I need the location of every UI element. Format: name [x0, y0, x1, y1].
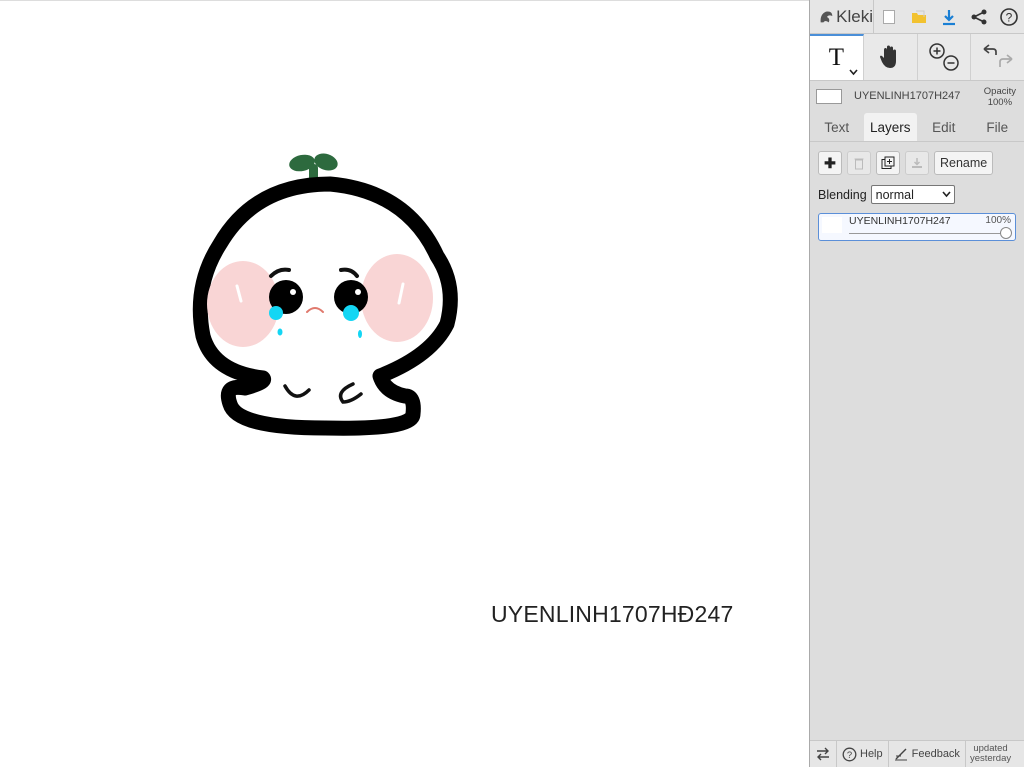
rename-layer-button[interactable]: Rename	[934, 151, 994, 175]
open-file-button[interactable]	[904, 0, 934, 33]
kleki-logo-icon	[820, 10, 833, 22]
add-layer-button[interactable]: ✚	[818, 151, 842, 175]
merge-layer-button[interactable]	[905, 151, 929, 175]
tab-layers[interactable]: Layers	[863, 113, 917, 141]
feedback-label: Feedback	[911, 748, 960, 760]
layer-opacity: 100%	[985, 215, 1011, 226]
top-toolbar: Kleki ?	[810, 0, 1024, 34]
layer-thumbnail	[822, 217, 842, 233]
svg-text:?: ?	[1006, 10, 1013, 24]
download-icon	[943, 9, 955, 25]
kleki-logo[interactable]: Kleki	[810, 0, 874, 33]
layer-opacity-slider[interactable]	[849, 233, 1007, 234]
duplicate-icon	[881, 156, 895, 169]
opacity-readout[interactable]: Opacity 100%	[984, 86, 1016, 108]
open-file-icon	[912, 10, 926, 23]
tab-file[interactable]: File	[971, 113, 1024, 141]
layer-item[interactable]: UYENLINH1707H247 100%	[818, 213, 1016, 241]
logo-text: Kleki	[836, 6, 873, 26]
canvas-text: UYENLINH1707HĐ247	[491, 601, 734, 627]
opacity-label: Opacity	[983, 86, 1016, 97]
svg-text:?: ?	[847, 750, 852, 761]
chevron-down-icon[interactable]	[849, 69, 858, 76]
download-button[interactable]	[934, 0, 964, 33]
drawing-canvas[interactable]: UYENLINH1707HĐ247	[0, 0, 809, 767]
new-image-icon	[883, 9, 895, 24]
new-image-button[interactable]	[874, 0, 904, 33]
panel-tabs: Text Layers Edit File	[810, 113, 1024, 142]
blending-label: Blending	[818, 187, 867, 202]
undo-redo-icon	[983, 44, 1013, 67]
trash-icon	[854, 158, 864, 169]
layer-name: UYENLINH1707H247	[849, 215, 951, 227]
duplicate-layer-button[interactable]	[876, 151, 900, 175]
brush-info-row: UYENLINH1707H247 Opacity 100%	[810, 81, 1024, 111]
help-icon: ?	[1000, 7, 1018, 26]
share-icon	[971, 9, 987, 24]
opacity-value: 100%	[987, 97, 1013, 108]
undo-redo-button[interactable]	[971, 34, 1024, 80]
hand-tool-icon	[880, 45, 897, 68]
delete-layer-button[interactable]	[847, 151, 871, 175]
blending-value: normal	[875, 187, 914, 202]
zoom-icon	[929, 43, 959, 71]
updated-info[interactable]: updated yesterday	[966, 744, 1015, 764]
text-tool-icon: T	[828, 44, 845, 71]
feedback-icon	[894, 748, 907, 761]
blending-select[interactable]: normal	[870, 185, 955, 204]
bottom-bar: ? Help Feedback updated yesterday	[810, 740, 1024, 767]
share-button[interactable]	[964, 0, 994, 33]
help-icon: ?	[842, 747, 857, 761]
swap-icon	[817, 747, 829, 761]
layer-buttons: ✚ Rename	[818, 150, 1016, 176]
sidebar: Kleki ? T UYENLINH1707H247 Opacity 100% …	[809, 0, 1024, 767]
help-label: Help	[860, 748, 883, 760]
updated-line2: yesterday	[969, 753, 1012, 764]
brush-name: UYENLINH1707H247	[854, 90, 961, 102]
layers-panel: ✚ Rename Blending normal UYENLINH1707H24…	[810, 142, 1024, 241]
character-drawing	[192, 153, 458, 436]
merge-down-icon	[912, 158, 922, 168]
swap-side-button[interactable]	[810, 741, 837, 767]
help-button[interactable]: ?	[994, 0, 1024, 33]
hand-tool-button[interactable]	[863, 34, 918, 80]
feedback-link[interactable]: Feedback	[889, 741, 966, 767]
blending-row: Blending normal	[818, 185, 1016, 204]
tool-row: T	[810, 34, 1024, 81]
tab-edit[interactable]: Edit	[917, 113, 971, 141]
help-link[interactable]: ? Help	[837, 741, 889, 767]
layer-opacity-handle[interactable]	[1000, 227, 1012, 239]
zoom-button[interactable]	[917, 34, 972, 80]
brush-preview[interactable]	[816, 88, 842, 104]
chevron-down-icon	[942, 191, 951, 198]
tab-text[interactable]: Text	[810, 113, 864, 141]
plus-icon: ✚	[824, 154, 836, 171]
text-tool-button[interactable]: T	[810, 34, 864, 80]
